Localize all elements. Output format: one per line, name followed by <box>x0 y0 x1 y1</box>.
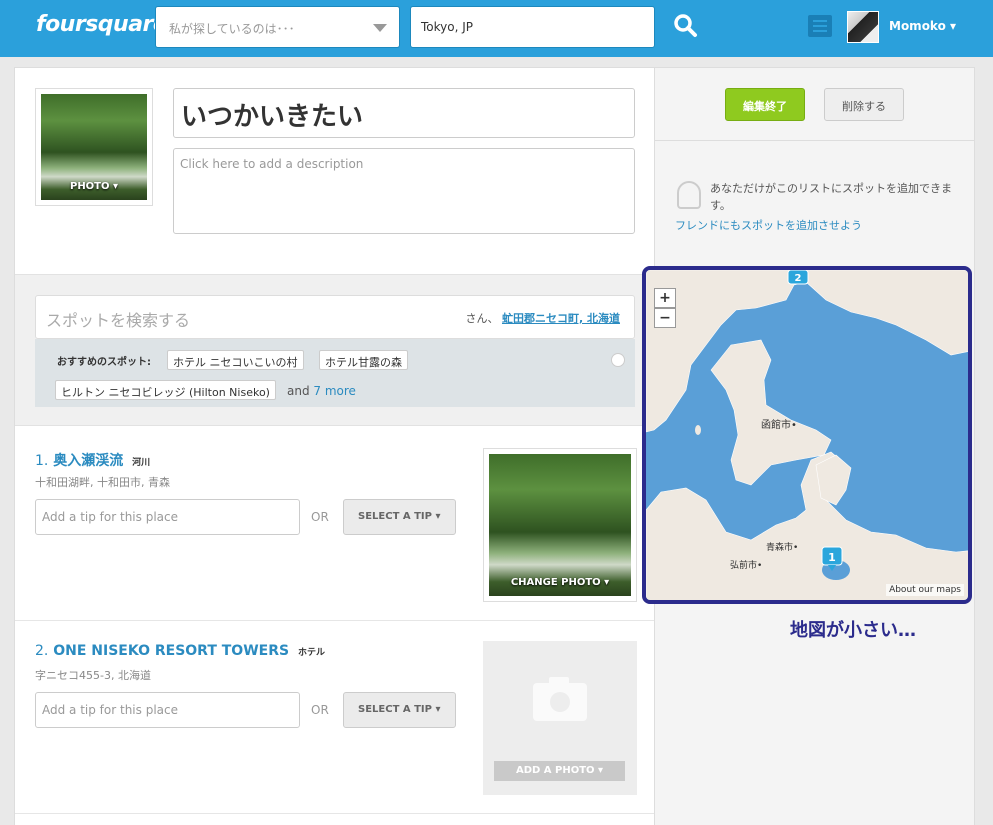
add-photo-button[interactable]: ADD A PHOTO ▾ <box>494 761 625 781</box>
tip-input[interactable]: Add a tip for this place <box>35 692 300 728</box>
chevron-down-icon[interactable] <box>611 353 625 367</box>
map-credit-link[interactable]: About our maps <box>886 584 964 596</box>
map-canvas[interactable]: 2 1 函館市• 青森市• 弘前市• <box>646 270 972 604</box>
item-name-link[interactable]: 奥入瀬渓流 <box>53 453 123 469</box>
spot-search-input[interactable]: スポットを検索する さん、 虻田郡ニセコ町, 北海道 <box>35 295 635 339</box>
foursquare-logo[interactable]: foursquare <box>36 12 168 37</box>
item-name-link[interactable]: ONE NISEKO RESORT TOWERS <box>53 643 289 659</box>
recommended-spots: おすすめのスポット: ホテル ニセコいこいの村 ホテル甘露の森 ヒルトン ニセコ… <box>35 339 635 407</box>
search-icon[interactable] <box>672 12 700 40</box>
delete-button[interactable]: 削除する <box>824 88 904 121</box>
zoom-out-button[interactable]: − <box>654 308 676 328</box>
recommended-label: おすすめのスポット: <box>57 357 151 368</box>
list-actions: 編集終了 削除する <box>655 68 974 141</box>
change-photo-button[interactable]: CHANGE PHOTO ▾ <box>489 577 631 588</box>
map[interactable]: 2 1 函館市• 青森市• 弘前市• + − About our maps <box>642 266 972 604</box>
list-item: 1. 奥入瀬渓流 河川 十和田湖畔, 十和田市, 青森 Add a tip fo… <box>15 428 654 621</box>
or-separator: OR <box>311 703 329 717</box>
what-search-placeholder: 私が探しているのは･･･ <box>169 22 295 36</box>
item-address: 十和田湖畔, 十和田市, 青森 <box>35 476 170 489</box>
near-location: さん、 虻田郡ニセコ町, 北海道 <box>465 310 620 326</box>
more-recommendations: and 7 more <box>287 384 356 398</box>
item-photo-placeholder[interactable]: ADD A PHOTO ▾ <box>483 641 637 795</box>
invite-friends-link[interactable]: フレンドにもスポットを追加させよう <box>675 217 862 233</box>
item-category: ホテル <box>297 648 325 658</box>
item-address: 字ニセコ455-3, 北海道 <box>35 669 151 682</box>
list-title-field[interactable]: いつかいきたい <box>173 88 635 138</box>
more-prefix: and <box>287 384 314 398</box>
avatar[interactable] <box>847 11 879 43</box>
spot-search-placeholder: スポットを検索する <box>46 311 191 330</box>
select-tip-button[interactable]: SELECT A TIP ▾ <box>343 692 456 728</box>
camera-icon <box>533 677 587 721</box>
what-search-input[interactable]: 私が探しているのは･･･ <box>155 6 400 48</box>
select-tip-button[interactable]: SELECT A TIP ▾ <box>343 499 456 535</box>
photo-menu-label[interactable]: PHOTO ▾ <box>41 181 147 192</box>
item-name: 1. 奥入瀬渓流 河川 <box>35 450 150 470</box>
or-separator: OR <box>311 510 329 524</box>
item-category: 河川 <box>132 458 151 468</box>
finish-editing-button[interactable]: 編集終了 <box>725 88 805 121</box>
item-number: 2. <box>35 643 49 659</box>
list-photo[interactable]: PHOTO ▾ <box>35 88 153 206</box>
item-photo[interactable]: CHANGE PHOTO ▾ <box>483 448 637 602</box>
map-marker[interactable]: 2 <box>787 270 809 285</box>
item-name: 2. ONE NISEKO RESORT TOWERS ホテル <box>35 643 325 659</box>
list-item: 2. ONE NISEKO RESORT TOWERS ホテル 字ニセコ455-… <box>15 621 654 814</box>
list-main-panel: PHOTO ▾ いつかいきたい Click here to add a desc… <box>14 67 655 825</box>
recommended-chip[interactable]: ホテル甘露の森 <box>319 350 408 370</box>
forest-stream-image: CHANGE PHOTO ▾ <box>489 454 631 596</box>
where-search-input[interactable]: Tokyo, JP <box>410 6 655 48</box>
map-marker-label: 2 <box>795 273 802 284</box>
only-you-message: あなただけがこのリストにスポットを追加できます。 <box>710 182 952 212</box>
map-annotation: 地図が小さい… <box>790 620 916 641</box>
map-label-hakodate: 函館市• <box>761 418 797 431</box>
near-prefix: さん、 <box>465 312 499 325</box>
list-description-field[interactable]: Click here to add a description <box>173 148 635 234</box>
chevron-down-icon[interactable] <box>373 24 387 32</box>
forest-stream-image: PHOTO ▾ <box>41 94 147 200</box>
map-label-hirosaki: 弘前市• <box>730 559 762 571</box>
people-icon <box>677 181 701 209</box>
zoom-in-button[interactable]: + <box>654 288 676 308</box>
near-location-link[interactable]: 虻田郡ニセコ町, 北海道 <box>502 312 620 325</box>
item-number: 1. <box>35 453 49 469</box>
spot-search-section: スポットを検索する さん、 虻田郡ニセコ町, 北海道 おすすめのスポット: ホテ… <box>15 274 654 426</box>
map-marker-label: 1 <box>828 551 836 564</box>
recommended-chip[interactable]: ホテル ニセコいこいの村 <box>167 350 304 370</box>
tip-input[interactable]: Add a tip for this place <box>35 499 300 535</box>
recommended-chip[interactable]: ヒルトン ニセコビレッジ (Hilton Niseko) <box>55 380 276 400</box>
map-label-aomori: 青森市• <box>766 541 798 553</box>
lists-icon[interactable] <box>808 15 832 37</box>
top-bar: foursquare 私が探しているのは･･･ Tokyo, JP Momoko… <box>0 0 993 57</box>
more-link[interactable]: 7 more <box>313 384 356 398</box>
user-menu[interactable]: Momoko ▾ <box>889 19 956 33</box>
